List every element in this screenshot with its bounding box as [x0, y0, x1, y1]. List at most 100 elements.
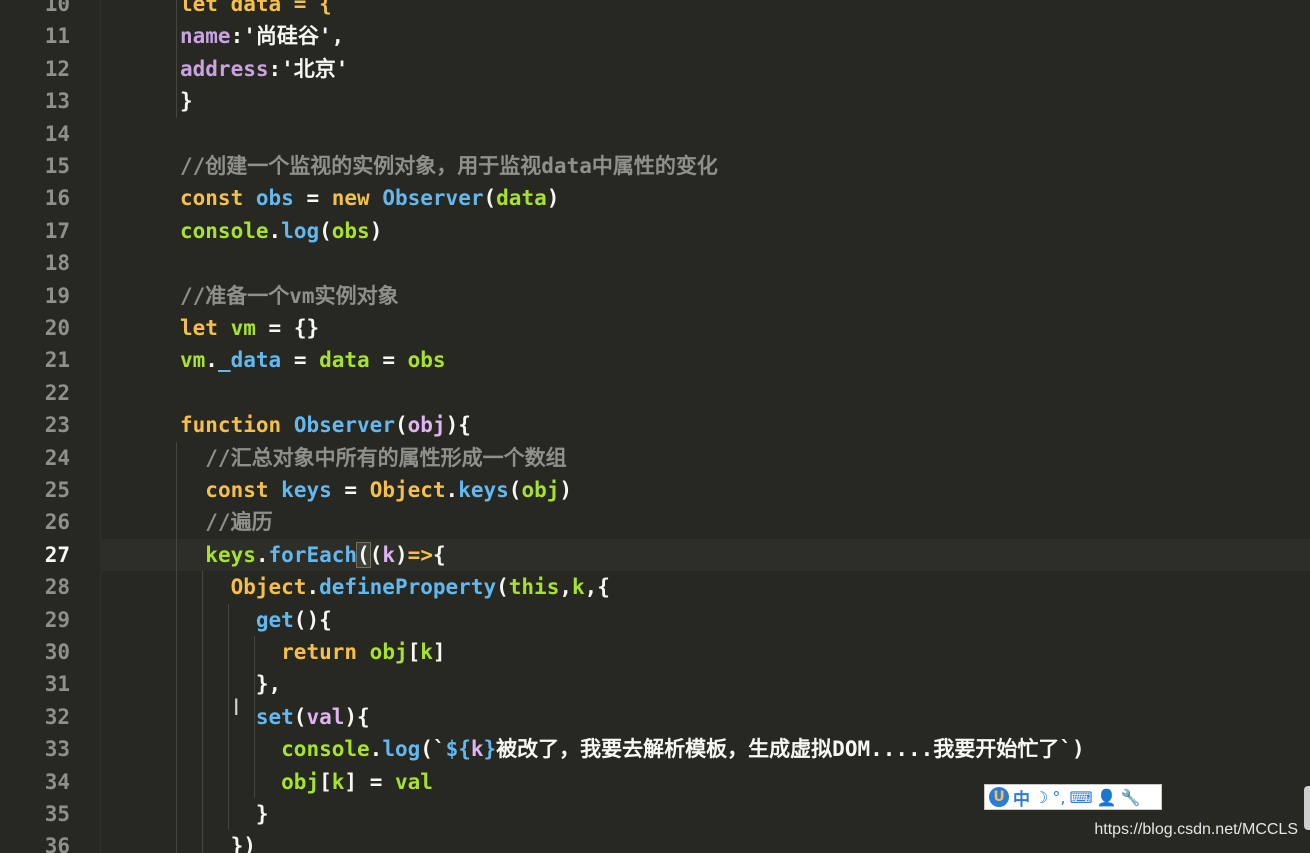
line-number: 27	[44, 542, 70, 567]
code-line[interactable]: 27 keys.forEach((k)=>{	[0, 539, 1310, 571]
code-line[interactable]: 12 address:'北京'	[0, 53, 1310, 85]
code-token: (	[293, 704, 307, 729]
code-text: }	[180, 85, 193, 117]
code-token: console	[180, 218, 269, 243]
code-token: ,	[559, 575, 572, 600]
code-line[interactable]: 23 function Observer(obj){	[0, 409, 1310, 441]
code-token: data	[496, 186, 547, 211]
watermark: https://blog.csdn.net/MCCLS	[1094, 821, 1298, 838]
keyboard-icon[interactable]: ⌨	[1069, 788, 1092, 807]
code-token: Object	[369, 478, 446, 502]
ime-toolbar[interactable]: U 中 ☽ °, ⌨ 👤 🔧	[984, 784, 1162, 810]
code-token: const	[180, 186, 244, 211]
code-text: const keys = Object.keys(obj)	[180, 474, 572, 506]
punctuation-mode-icon[interactable]: °,	[1052, 788, 1065, 807]
ime-chinese-mode-button[interactable]: 中	[1013, 785, 1030, 810]
code-token: },	[180, 672, 282, 697]
code-token: defineProperty	[319, 575, 497, 600]
code-token: this	[508, 575, 560, 600]
code-line[interactable]: 15 //创建一个监视的实例对象，用于监视data中属性的变化	[0, 150, 1310, 182]
code-line[interactable]: 25 const keys = Object.keys(obj)	[0, 474, 1310, 506]
code-line[interactable]: 21 vm._data = data = obs	[0, 344, 1310, 376]
line-number: 15	[44, 154, 70, 178]
code-token: :'尚硅谷',	[230, 24, 345, 49]
code-text: //准备一个vm实例对象	[180, 280, 399, 312]
line-number: 10	[44, 0, 70, 16]
code-token: k	[572, 575, 585, 600]
code-token: val	[306, 704, 345, 729]
code-line[interactable]: 19 //准备一个vm实例对象	[0, 280, 1310, 312]
code-token: address	[180, 56, 269, 81]
code-token: =	[293, 186, 332, 211]
code-text: function Observer(obj){	[180, 409, 471, 441]
ime-logo-icon[interactable]: U	[989, 787, 1009, 807]
code-line[interactable]: 13}	[0, 85, 1310, 117]
code-line[interactable]: 28 Object.defineProperty(this,k,{	[0, 571, 1310, 603]
code-line[interactable]: 30 return obj[k]	[0, 636, 1310, 668]
code-token: .	[369, 737, 383, 762]
code-text: },	[180, 668, 281, 700]
code-token: [	[319, 769, 332, 794]
code-line[interactable]: 20 let vm = {}	[0, 312, 1310, 344]
code-line[interactable]: 32 set(val){	[0, 701, 1310, 733]
code-token: 被改了，我要去解析模板，生成虚拟DOM.....我要开始忙了`)	[496, 737, 1085, 762]
code-token: ){	[445, 413, 471, 438]
code-line[interactable]: 24 //汇总对象中所有的属性形成一个数组	[0, 442, 1310, 474]
code-token: keys	[458, 478, 509, 502]
indent-guide	[228, 603, 229, 831]
code-token: (	[496, 575, 509, 600]
code-line[interactable]: 33 console.log(`${k}被改了，我要去解析模板，生成虚拟DOM.…	[0, 733, 1310, 765]
code-token: Object	[230, 575, 307, 600]
code-line[interactable]: 17 console.log(obs)	[0, 215, 1310, 247]
code-line[interactable]: 22	[0, 377, 1310, 409]
code-line[interactable]: 18	[0, 247, 1310, 279]
user-icon[interactable]: 👤	[1097, 788, 1117, 807]
code-token: k	[331, 769, 345, 794]
code-token: _data	[217, 348, 282, 373]
code-token: (	[483, 186, 497, 211]
code-editor[interactable]: 10 let data = {11 name:'尚硅谷', 12 address:'北京…	[0, 0, 1310, 853]
code-line[interactable]: 26 //遍历	[0, 506, 1310, 538]
code-token: //准备一个vm实例对象	[180, 283, 399, 308]
code-token: console	[281, 737, 370, 762]
code-text: console.log(obs)	[180, 215, 382, 247]
code-token: }	[483, 737, 497, 762]
code-token: {	[432, 542, 446, 567]
code-line[interactable]: 29 get(){	[0, 604, 1310, 636]
code-token: obj	[281, 769, 320, 794]
code-text: //汇总对象中所有的属性形成一个数组	[180, 442, 566, 474]
code-token: const	[205, 478, 269, 502]
code-token: :'北京'	[268, 56, 349, 81]
code-line[interactable]: 10 let data = {	[0, 0, 1310, 20]
code-text: Object.defineProperty(this,k,{	[180, 571, 610, 603]
code-line[interactable]: 11 name:'尚硅谷',	[0, 20, 1310, 52]
code-token: .	[306, 575, 320, 600]
code-line[interactable]: 16 const obs = new Observer(data)	[0, 182, 1310, 214]
code-token: k	[382, 542, 396, 567]
code-token: set	[255, 704, 294, 729]
code-token: .	[445, 478, 459, 502]
code-line[interactable]: 31 },	[0, 668, 1310, 700]
code-token: ]	[432, 640, 446, 664]
line-number: 32	[44, 704, 70, 729]
code-token: .	[255, 542, 269, 567]
code-token: .	[205, 348, 218, 373]
line-number: 34	[44, 769, 70, 794]
code-token: obs	[407, 348, 446, 373]
side-panel-handle[interactable]	[1304, 786, 1310, 830]
code-line[interactable]: 14	[0, 118, 1310, 150]
half-width-moon-icon[interactable]: ☽	[1034, 788, 1048, 807]
code-token: }	[180, 89, 193, 114]
wrench-settings-icon[interactable]: 🔧	[1120, 788, 1140, 807]
code-token: //遍历	[180, 510, 273, 535]
code-token: name	[180, 24, 231, 49]
code-token: log	[281, 218, 320, 243]
code-token: [	[407, 640, 421, 664]
